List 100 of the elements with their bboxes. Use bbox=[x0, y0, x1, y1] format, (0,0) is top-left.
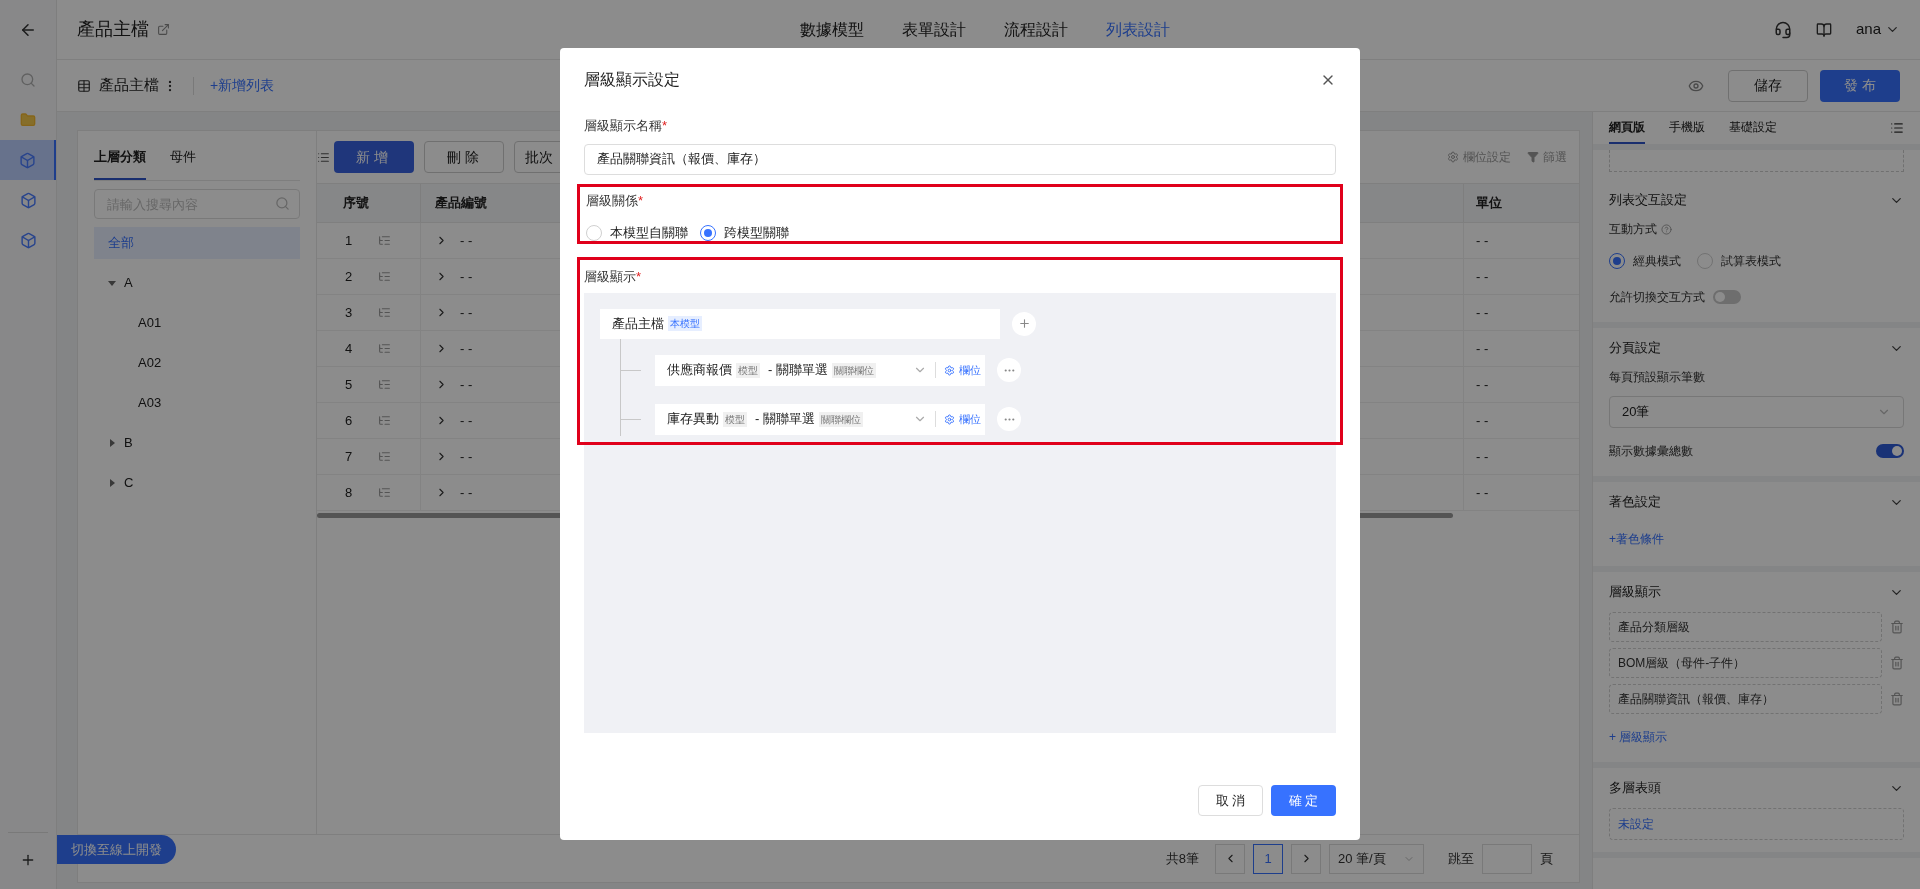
cube-icon[interactable] bbox=[19, 231, 37, 249]
toggle-switch[interactable] bbox=[1713, 290, 1741, 304]
tree-item[interactable]: C bbox=[94, 467, 300, 499]
required-mark: * bbox=[638, 191, 644, 210]
field-tag: 關聯欄位 bbox=[831, 362, 876, 378]
user-name[interactable]: ana bbox=[1855, 18, 1881, 41]
gear-icon[interactable] bbox=[944, 413, 955, 425]
add-list-link[interactable]: +新增列表 bbox=[210, 75, 275, 96]
level-item[interactable]: 產品關聯資訊（報價、庫存） bbox=[1609, 684, 1882, 714]
cube-icon[interactable] bbox=[19, 191, 37, 209]
page-size-select[interactable]: 20筆 bbox=[1609, 396, 1904, 428]
top-tab[interactable]: 流程設計 bbox=[1004, 17, 1068, 42]
save-button[interactable]: 儲存 bbox=[1728, 69, 1808, 102]
publish-button[interactable]: 發 布 bbox=[1820, 69, 1900, 102]
tree-icon[interactable] bbox=[378, 270, 392, 283]
tree-icon[interactable] bbox=[378, 378, 392, 391]
filter-icon bbox=[1527, 151, 1539, 163]
tree-icon[interactable] bbox=[378, 342, 392, 355]
column-header: 序號 bbox=[342, 194, 370, 213]
add-level-link[interactable]: + 層級顯示 bbox=[1609, 728, 1904, 746]
tree-icon[interactable] bbox=[378, 414, 392, 427]
switch-online-button[interactable]: 切換至線上開發 bbox=[57, 835, 176, 864]
settings-tab[interactable]: 網頁版 bbox=[1609, 118, 1645, 144]
tree-icon[interactable] bbox=[378, 450, 392, 463]
caret-down-icon[interactable] bbox=[108, 279, 116, 287]
headset-icon[interactable] bbox=[1773, 20, 1792, 39]
section-title: 層級顯示 bbox=[1609, 583, 1661, 602]
table-cell: - - bbox=[1463, 223, 1579, 258]
tree-icon[interactable] bbox=[378, 306, 392, 319]
settings-tab[interactable]: 手機版 bbox=[1669, 118, 1705, 144]
row-number: 8 bbox=[345, 483, 353, 502]
level-item[interactable]: 產品分類層級 bbox=[1609, 612, 1882, 642]
table-cell: - - bbox=[1463, 403, 1579, 438]
help-icon[interactable] bbox=[1661, 223, 1672, 235]
folder-icon[interactable] bbox=[20, 112, 36, 128]
row-number: 5 bbox=[345, 375, 353, 394]
add-node-button[interactable] bbox=[1012, 311, 1036, 336]
fields-link[interactable]: 欄位 bbox=[959, 410, 981, 428]
top-tab[interactable]: 表單設計 bbox=[902, 17, 966, 42]
plus-icon[interactable] bbox=[20, 852, 36, 868]
toolbar-button[interactable]: 新 增 bbox=[334, 141, 414, 173]
relation-label: - 關聯單選 bbox=[755, 410, 815, 429]
table-cell-text: - - bbox=[460, 375, 473, 394]
toolbar-button[interactable]: 刪 除 bbox=[424, 141, 504, 173]
tree-icon[interactable] bbox=[378, 234, 392, 247]
node-label: 庫存異動 bbox=[667, 410, 719, 429]
list-icon[interactable] bbox=[1890, 121, 1904, 135]
external-link-icon[interactable] bbox=[157, 23, 170, 36]
settings-tab[interactable]: 基礎設定 bbox=[1729, 118, 1777, 144]
book-icon[interactable] bbox=[1815, 21, 1832, 38]
confirm-button[interactable]: 確 定 bbox=[1271, 785, 1336, 816]
tree-item[interactable]: A01 bbox=[94, 307, 300, 339]
list-title[interactable]: 產品主檔 bbox=[99, 74, 159, 97]
more-button[interactable] bbox=[997, 407, 1021, 431]
table-cell-text: - - bbox=[460, 411, 473, 430]
required-mark: * bbox=[636, 267, 642, 286]
tree-tab[interactable]: 母件 bbox=[170, 146, 196, 180]
top-tab[interactable]: 數據模型 bbox=[800, 17, 864, 42]
radio-label[interactable]: 本模型自關聯 bbox=[610, 223, 688, 241]
caret-right-icon[interactable] bbox=[108, 439, 116, 447]
more-button[interactable] bbox=[997, 358, 1021, 382]
total-count: 共8筆 bbox=[1165, 849, 1199, 868]
top-tab[interactable]: 列表設計 bbox=[1106, 17, 1170, 42]
tree-tab[interactable]: 上層分類 bbox=[94, 146, 146, 180]
cube-icon[interactable] bbox=[18, 151, 36, 169]
required-mark: * bbox=[662, 117, 668, 135]
cancel-button[interactable]: 取 消 bbox=[1198, 785, 1263, 816]
empty-header-field[interactable]: 未設定 bbox=[1609, 808, 1904, 840]
search-icon[interactable] bbox=[20, 72, 36, 88]
tree-item[interactable]: A03 bbox=[94, 387, 300, 419]
trash-icon[interactable] bbox=[1890, 620, 1904, 634]
tree-item[interactable]: A02 bbox=[94, 347, 300, 379]
caret-right-icon[interactable] bbox=[108, 479, 116, 487]
gear-icon bbox=[1447, 151, 1459, 163]
gear-icon[interactable] bbox=[944, 364, 955, 376]
node-label: 供應商報價 bbox=[667, 361, 732, 380]
table-cell: - - bbox=[1463, 259, 1579, 294]
page-size-select[interactable]: 20 筆/頁 bbox=[1329, 843, 1424, 874]
nav-item[interactable] bbox=[0, 140, 56, 180]
plus-icon bbox=[1017, 317, 1031, 330]
trash-icon[interactable] bbox=[1890, 692, 1904, 706]
radio-label[interactable]: 跨模型關聯 bbox=[724, 223, 789, 241]
row-number: 3 bbox=[345, 303, 353, 322]
table-icon bbox=[77, 78, 91, 93]
tree-item[interactable]: A bbox=[94, 267, 300, 299]
tree-item[interactable]: B bbox=[94, 427, 300, 459]
toggle-switch[interactable] bbox=[1876, 444, 1904, 458]
table-cell-text: - - bbox=[460, 339, 473, 358]
fields-link[interactable]: 欄位 bbox=[959, 361, 981, 379]
tree-icon[interactable] bbox=[378, 486, 392, 499]
add-condition-link[interactable]: +著色條件 bbox=[1609, 532, 1664, 546]
field-label: 層級顯示 bbox=[584, 267, 636, 286]
search-icon[interactable] bbox=[275, 196, 290, 211]
name-field[interactable]: 產品關聯資訊（報價、庫存） bbox=[584, 143, 1336, 175]
radio-label[interactable]: 試算表模式 bbox=[1721, 252, 1781, 270]
level-item[interactable]: BOM層級（母件-子件） bbox=[1609, 648, 1882, 678]
page-number-button[interactable]: 1 bbox=[1253, 843, 1283, 874]
radio-label[interactable]: 經典模式 bbox=[1633, 252, 1681, 270]
trash-icon[interactable] bbox=[1890, 656, 1904, 670]
row-number: 1 bbox=[345, 231, 353, 250]
